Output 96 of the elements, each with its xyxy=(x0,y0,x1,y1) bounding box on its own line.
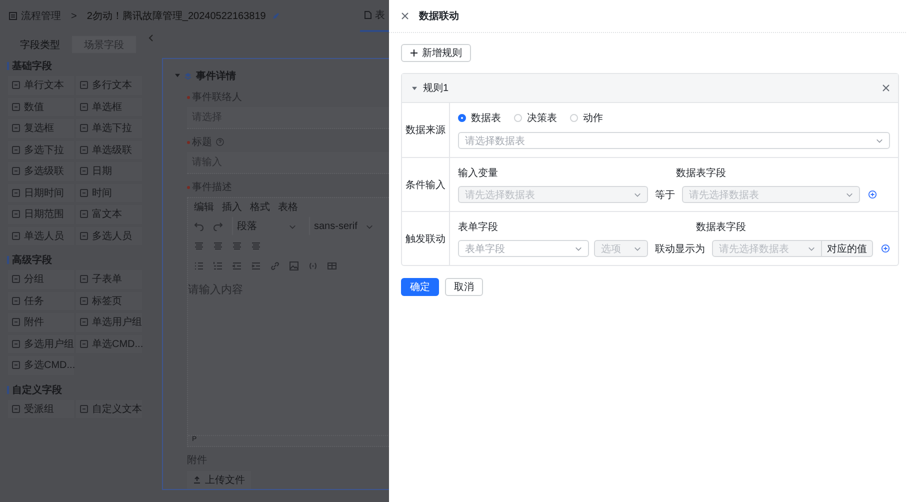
field-type-icon xyxy=(80,102,88,111)
link-icon[interactable] xyxy=(270,261,280,271)
field-type-icon xyxy=(80,210,88,218)
drawer-title: 数据联动 xyxy=(419,10,459,23)
row-label: 触发联动 xyxy=(406,232,446,246)
field-type-icon xyxy=(12,404,20,413)
confirm-button[interactable]: 确定 xyxy=(401,278,439,296)
select-field[interactable]: 请选择数据表 xyxy=(458,132,890,149)
chevron-down-icon xyxy=(289,222,296,230)
field-type-icon xyxy=(80,167,88,176)
align-icon[interactable] xyxy=(232,241,242,251)
field-type-icon xyxy=(12,146,20,154)
field-type-icon xyxy=(80,232,88,240)
chevron-down-icon xyxy=(808,245,815,252)
chevron-down-icon xyxy=(634,245,641,252)
edit-icon[interactable] xyxy=(272,12,280,20)
add-circle-icon[interactable] xyxy=(868,190,877,199)
field-type-icon xyxy=(12,124,20,132)
editor-menu-item[interactable]: 插入 xyxy=(222,200,242,214)
flow-icon xyxy=(9,12,17,20)
radio-button[interactable] xyxy=(458,114,466,122)
chevron-down-icon xyxy=(876,137,883,144)
outdent-icon[interactable] xyxy=(232,261,242,271)
collapse-chevron-icon[interactable] xyxy=(148,34,154,42)
section-marker xyxy=(7,62,9,70)
field-type-icon xyxy=(80,275,88,284)
column-label: 数据表字段 xyxy=(676,168,726,179)
cancel-button[interactable]: 取消 xyxy=(445,278,483,296)
chevron-down-icon xyxy=(366,222,373,230)
variable-icon[interactable] xyxy=(308,261,318,271)
chevron-down-icon xyxy=(575,245,582,252)
field-type-icon xyxy=(12,232,20,240)
block-format-select[interactable]: 段落 xyxy=(232,217,300,235)
expand-triangle-icon[interactable] xyxy=(412,86,417,90)
upload-icon xyxy=(193,476,201,484)
field-type-icon xyxy=(12,340,20,348)
column-label: 表单字段 xyxy=(458,222,498,233)
close-icon[interactable] xyxy=(401,12,409,20)
indent-icon[interactable] xyxy=(251,261,261,271)
close-icon[interactable] xyxy=(882,84,890,92)
chevron-down-icon xyxy=(634,191,641,198)
align-icon[interactable] xyxy=(194,241,204,251)
radio-option[interactable]: 数据表 xyxy=(458,111,501,125)
field-type-icon xyxy=(80,340,88,348)
radio-option[interactable]: 动作 xyxy=(570,111,603,125)
field-type-icon xyxy=(80,318,88,326)
add-rule-button[interactable]: 新增规则 xyxy=(401,44,471,62)
field-type-icon xyxy=(12,361,20,370)
rule-title: 规则1 xyxy=(423,82,449,95)
plus-icon xyxy=(410,49,418,57)
column-label: 输入变量 xyxy=(458,168,498,179)
editor-menu-item[interactable]: 格式 xyxy=(250,200,270,214)
row-label: 条件输入 xyxy=(406,178,446,192)
sidebar-tab[interactable]: 字段类型 xyxy=(8,36,72,53)
breadcrumb-current: 2勿动！腾讯故障管理_20240522163819 xyxy=(86,10,266,23)
editor-menu-item[interactable]: 表格 xyxy=(278,200,298,214)
align-icon[interactable] xyxy=(251,241,261,251)
field-type-icon xyxy=(12,167,20,176)
field-type-icon xyxy=(80,81,88,90)
field-type-icon xyxy=(80,124,88,132)
expand-triangle-icon[interactable] xyxy=(175,73,180,78)
group-title: 事件详情 xyxy=(196,69,236,82)
editor-menu-item[interactable]: 编辑 xyxy=(194,200,214,214)
redo-icon[interactable] xyxy=(213,221,223,231)
group-icon xyxy=(184,72,192,80)
align-icon[interactable] xyxy=(213,241,223,251)
field-type-icon xyxy=(12,188,20,197)
font-family-select[interactable]: sans-serif xyxy=(309,217,377,235)
operator-label: 等于 xyxy=(655,188,675,202)
row-label: 数据来源 xyxy=(406,124,446,137)
image-icon[interactable] xyxy=(289,261,299,271)
field-type-icon xyxy=(12,296,20,305)
field-type-icon xyxy=(12,318,20,326)
field-type-icon xyxy=(12,81,20,90)
undo-icon[interactable] xyxy=(194,221,204,231)
column-label: 数据表字段 xyxy=(696,222,746,233)
field-type-icon xyxy=(12,102,20,111)
select-field[interactable]: 表单字段 xyxy=(458,240,589,257)
numbered-list-icon[interactable] xyxy=(213,261,223,271)
field-type-icon xyxy=(80,404,88,413)
add-circle-icon[interactable] xyxy=(881,244,890,253)
input-addon: 对应的值 xyxy=(822,240,873,257)
table-icon[interactable] xyxy=(327,261,337,271)
field-type-icon xyxy=(80,146,88,154)
connector-label: 联动显示为 xyxy=(655,242,705,256)
field-type-icon xyxy=(12,275,20,284)
section-marker xyxy=(7,256,9,264)
chevron-down-icon xyxy=(846,191,853,198)
radio-option[interactable]: 决策表 xyxy=(514,111,557,125)
breadcrumb-separator: > xyxy=(71,10,77,22)
bulleted-list-icon[interactable] xyxy=(194,261,204,271)
field-type-icon xyxy=(80,188,88,197)
field-type-icon xyxy=(12,210,20,218)
section-marker xyxy=(7,386,9,394)
field-type-icon xyxy=(80,296,88,305)
document-icon xyxy=(364,11,372,19)
